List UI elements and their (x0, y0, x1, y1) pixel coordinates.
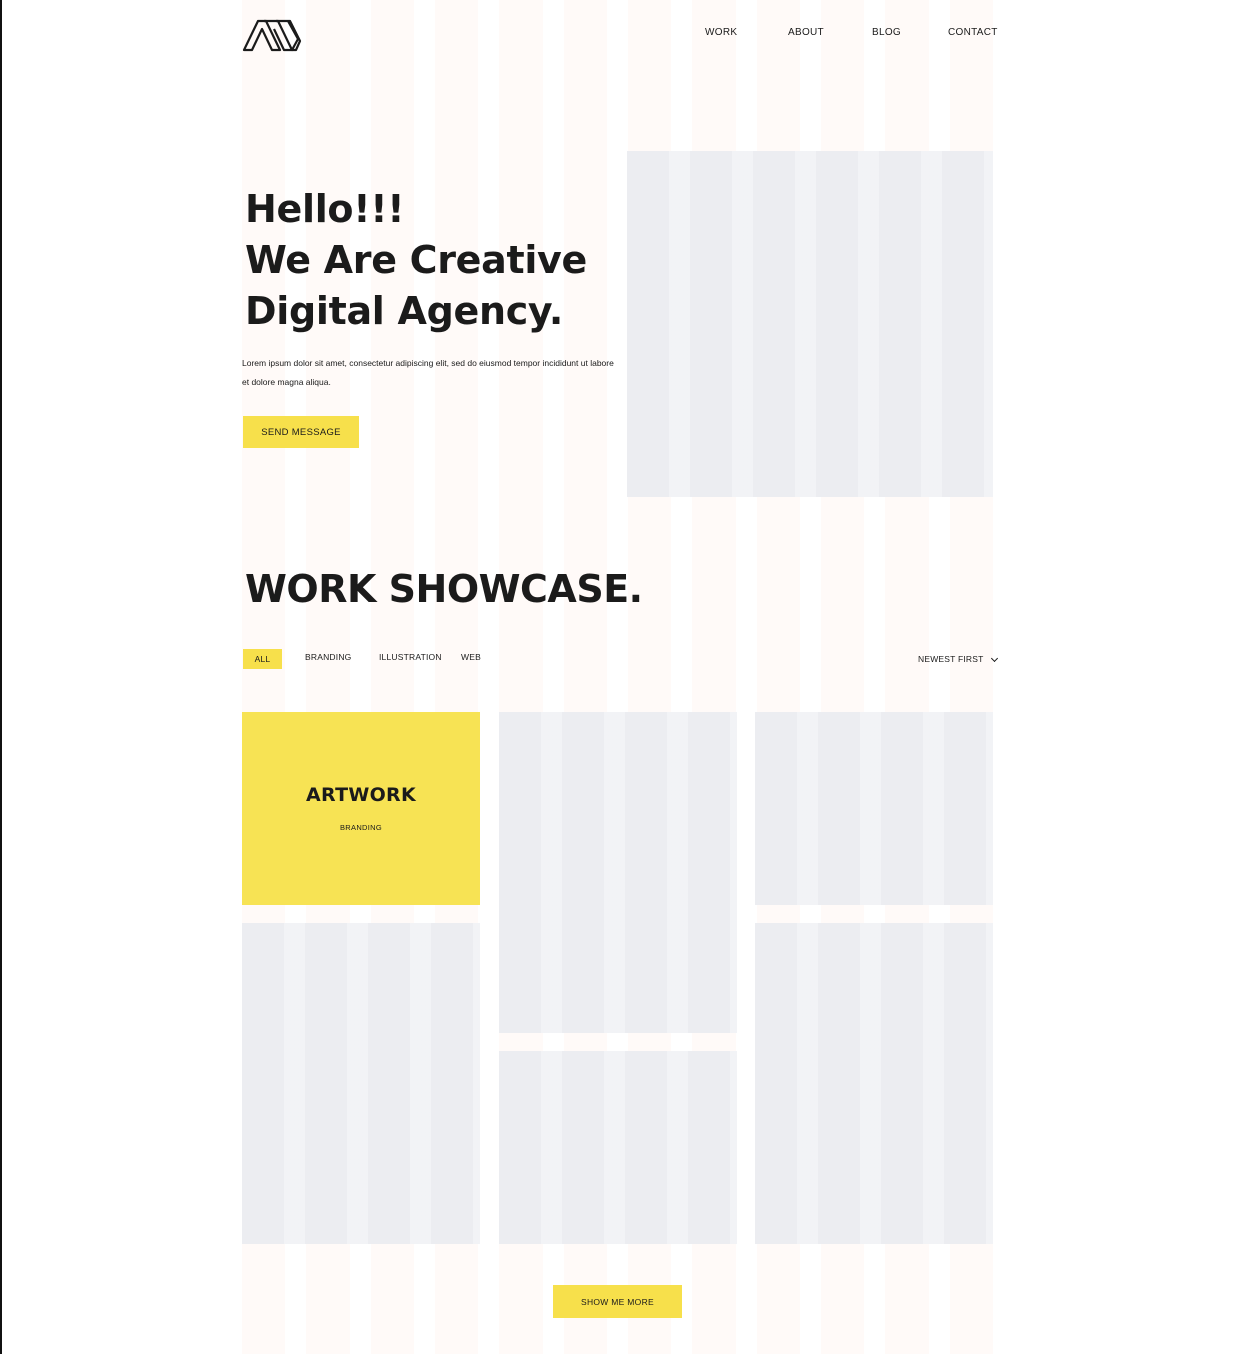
send-message-button[interactable]: SEND MESSAGE (243, 416, 359, 448)
hero-title-line: Digital Agency. (245, 289, 564, 333)
hero-title: Hello!!! We Are Creative Digital Agency. (245, 184, 625, 337)
sort-label: NEWEST FIRST (918, 654, 984, 664)
hero-title-line: Hello!!! (245, 187, 405, 231)
portfolio-card[interactable] (755, 923, 993, 1244)
hero-title-line: We Are Creative (245, 238, 587, 282)
filter-web[interactable]: WEB (461, 652, 481, 662)
nav-blog[interactable]: BLOG (872, 27, 901, 38)
portfolio-card[interactable] (499, 1051, 737, 1244)
portfolio-card-featured[interactable]: ARTWORK BRANDING (242, 712, 480, 905)
nav-contact[interactable]: CONTACT (948, 27, 998, 38)
main-nav: WORK ABOUT BLOG CONTACT (0, 27, 1234, 41)
sort-dropdown[interactable]: NEWEST FIRST (918, 652, 998, 666)
chevron-down-icon (990, 654, 998, 662)
card-title: ARTWORK (305, 784, 416, 806)
portfolio-card[interactable] (499, 712, 737, 1033)
portfolio-card[interactable] (242, 923, 480, 1244)
hero-image-placeholder (627, 151, 993, 497)
portfolio-card[interactable] (755, 712, 993, 905)
showcase-title: WORK SHOWCASE. (245, 567, 643, 611)
nav-about[interactable]: ABOUT (788, 27, 824, 38)
nav-work[interactable]: WORK (705, 27, 737, 38)
filter-illustration[interactable]: ILLUSTRATION (379, 652, 442, 662)
filter-branding[interactable]: BRANDING (305, 652, 351, 662)
filter-all[interactable]: ALL (243, 649, 282, 669)
show-more-button[interactable]: SHOW ME MORE (553, 1285, 682, 1318)
card-category: BRANDING (340, 823, 382, 832)
page: WORK ABOUT BLOG CONTACT Hello!!! We Are … (0, 0, 1234, 1354)
hero-description: Lorem ipsum dolor sit amet, consectetur … (242, 358, 614, 387)
